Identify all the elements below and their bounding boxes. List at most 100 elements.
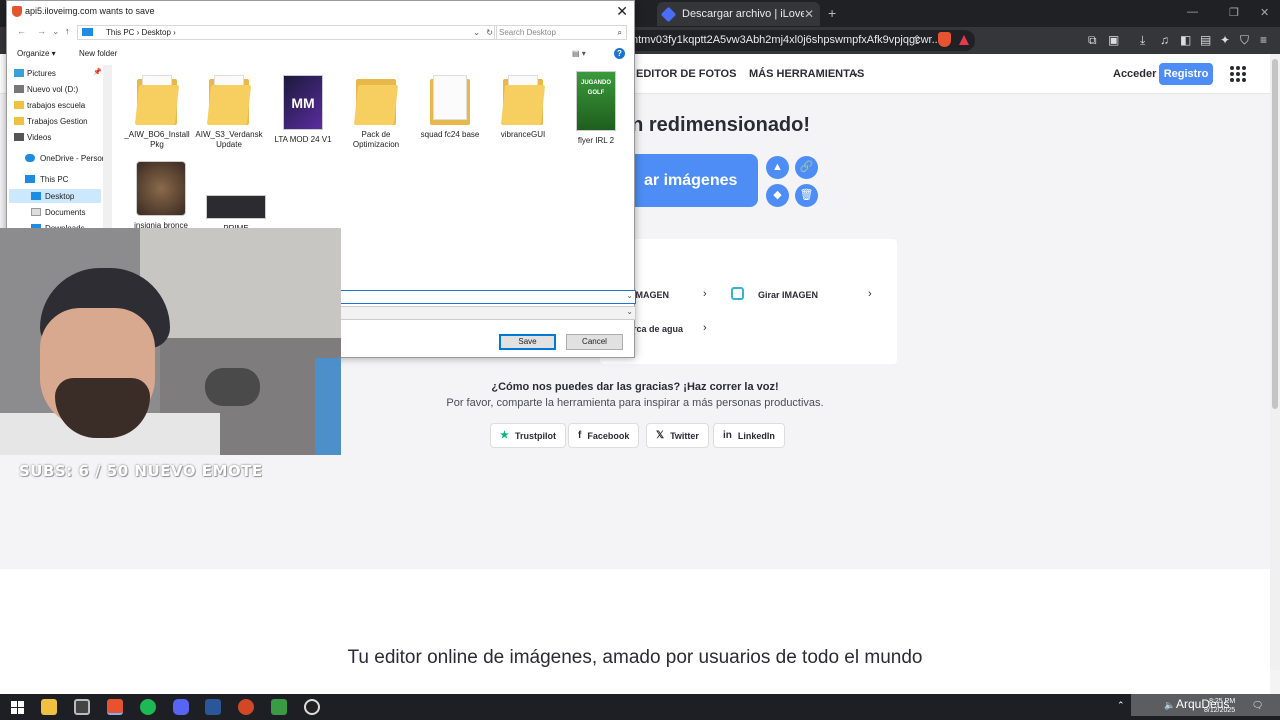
minimize-icon[interactable]: — <box>1187 6 1198 18</box>
brave-taskbar-icon[interactable] <box>107 699 123 715</box>
wallet-icon[interactable]: ▣ <box>1108 33 1119 47</box>
chevron-down-icon[interactable]: ⌄ <box>626 291 633 300</box>
share-label: Facebook <box>587 430 630 441</box>
wallet-toolbar-icon[interactable]: ▤ <box>1200 33 1211 47</box>
nav-item-pictures[interactable]: Pictures <box>27 69 56 78</box>
dialog-close-icon[interactable]: ✕ <box>616 3 628 20</box>
page-scrollbar[interactable] <box>1270 54 1280 694</box>
scrollbar-thumb[interactable] <box>1272 59 1278 409</box>
file-item[interactable]: Pack de Optimizacion <box>340 75 412 150</box>
dialog-title-text: api5.iloveimg.com wants to save <box>25 6 155 16</box>
folder-icon <box>14 101 24 109</box>
file-explorer-icon[interactable] <box>41 699 57 715</box>
apps-grid-icon[interactable] <box>1230 66 1246 82</box>
app-icon[interactable] <box>271 699 287 715</box>
powerpoint-icon[interactable] <box>238 699 254 715</box>
tool-girar-imagen[interactable]: Girar IMAGEN <box>758 290 818 300</box>
new-folder-button[interactable]: New folder <box>79 49 117 58</box>
nav-item-onedrive[interactable]: OneDrive - Person <box>40 154 106 163</box>
obs-icon[interactable] <box>304 699 320 715</box>
chevron-down-icon[interactable]: ⌄ <box>473 26 480 39</box>
file-item[interactable]: _AIW_BO6_Install Pkg <box>121 75 193 150</box>
page-headline: an redimensionado! <box>620 114 811 136</box>
nav-pane-scrollbar[interactable] <box>103 65 112 235</box>
share-facebook-button[interactable]: f Facebook <box>568 423 640 448</box>
search-desktop-input[interactable]: Search Desktop ⌕ <box>494 25 627 40</box>
nav-item-trabajos-escuela[interactable]: trabajos escuela <box>27 101 85 110</box>
nav-item-videos[interactable]: Videos <box>27 133 51 142</box>
discord-icon[interactable] <box>173 699 189 715</box>
chevron-down-icon[interactable]: ⌄ <box>626 307 633 316</box>
register-button[interactable]: Registro <box>1159 63 1213 85</box>
close-window-icon[interactable]: ✕ <box>1260 6 1269 19</box>
facebook-icon: f <box>578 430 582 441</box>
file-item[interactable]: MM LTA MOD 24 V1 <box>267 75 339 145</box>
music-icon[interactable]: ♫ <box>1160 33 1169 47</box>
new-tab-icon[interactable]: + <box>828 5 836 21</box>
rotate-icon <box>731 287 744 300</box>
linkedin-icon: in <box>723 430 732 441</box>
extensions-icon[interactable]: ⧉ <box>1088 33 1097 48</box>
word-icon[interactable] <box>205 699 221 715</box>
folder-icon <box>206 75 252 125</box>
organize-menu[interactable]: Organize ▾ <box>17 49 56 58</box>
nav-item-documents[interactable]: Documents <box>45 208 85 217</box>
sidebar-icon[interactable]: ◧ <box>1180 33 1191 47</box>
browser-tab-active[interactable]: Descargar archivo | iLoveIMG ✕ <box>657 2 820 26</box>
file-item[interactable]: squad fc24 base <box>414 75 486 140</box>
close-tab-icon[interactable]: ✕ <box>804 7 814 21</box>
nav-editor-fotos[interactable]: EDITOR DE FOTOS <box>636 68 736 80</box>
nav-item-trabajos-gestion[interactable]: Trabajos Gestion <box>27 117 88 126</box>
file-label: LTA MOD 24 V1 <box>274 135 332 144</box>
back-icon[interactable]: ← <box>17 26 26 36</box>
file-label: _AIW_BO6_Install Pkg <box>124 130 190 149</box>
share-trustpilot-button[interactable]: ★ Trustpilot <box>490 423 566 448</box>
tray-chevron-icon[interactable]: ⌃ <box>1117 700 1125 711</box>
onedrive-icon <box>25 154 35 162</box>
leo-ai-icon[interactable]: ✦ <box>1220 33 1230 47</box>
address-breadcrumb[interactable]: This PC › Desktop › ⌄ ↻ <box>77 25 497 40</box>
file-name-input[interactable]: ⌄ <box>340 290 636 304</box>
maximize-icon[interactable]: ❐ <box>1229 6 1239 19</box>
continue-tools-panel: IMAGEN › Girar IMAGEN › rca de agua › <box>600 239 897 364</box>
share-twitter-button[interactable]: 𝕏 Twitter <box>646 423 709 448</box>
file-item[interactable]: JUGANDO GOLF flyer IRL 2 <box>560 71 632 146</box>
brave-icon <box>12 6 22 17</box>
google-drive-icon[interactable]: ▲ <box>766 156 789 179</box>
login-link[interactable]: Acceder <box>1113 68 1156 80</box>
tool-marca-agua[interactable]: rca de agua <box>633 324 683 334</box>
file-item[interactable]: vibranceGUI <box>487 75 559 140</box>
search-icon: ⌕ <box>617 28 622 37</box>
link-icon[interactable]: 🔗 <box>795 156 818 179</box>
delete-icon[interactable]: 🗑 <box>795 184 818 207</box>
vpn-icon[interactable]: ⛉ <box>1240 33 1249 48</box>
windows-start-icon[interactable] <box>11 701 24 714</box>
nav-item-this-pc[interactable]: This PC <box>40 175 68 184</box>
menu-icon[interactable]: ≡ <box>1260 33 1267 47</box>
file-item[interactable]: insignia bronce <box>125 161 197 231</box>
spotify-icon[interactable] <box>140 699 156 715</box>
download-icon[interactable]: ⤓ <box>1140 33 1145 48</box>
chevron-right-icon: › <box>868 288 872 300</box>
dropbox-icon[interactable]: ◆ <box>766 184 789 207</box>
nav-item-drive-d[interactable]: Nuevo vol (D:) <box>27 85 78 94</box>
nav-mas-herramientas[interactable]: MÁS HERRAMIENTAS <box>749 68 864 80</box>
save-as-type-select[interactable]: ⌄ <box>340 306 636 320</box>
share-icon[interactable]: ⇪ <box>912 33 922 47</box>
save-button[interactable]: Save <box>499 334 556 350</box>
view-options-icon[interactable]: ▤ ▾ <box>572 49 586 58</box>
cancel-button[interactable]: Cancel <box>566 334 623 350</box>
up-folder-icon[interactable]: ↑ <box>65 26 70 36</box>
brave-rewards-icon[interactable] <box>959 35 969 45</box>
forward-icon[interactable]: → <box>37 26 46 36</box>
share-linkedin-button[interactable]: in LinkedIn <box>713 423 785 448</box>
help-icon[interactable]: ? <box>614 48 625 59</box>
nav-item-desktop[interactable]: Desktop <box>45 192 74 201</box>
brave-shield-icon[interactable] <box>938 32 951 47</box>
store-icon[interactable] <box>74 699 90 715</box>
share-label: LinkedIn <box>737 430 775 441</box>
tool-item-label[interactable]: IMAGEN <box>633 290 669 300</box>
file-item[interactable]: AIW_S3_Verdansk Update <box>193 75 265 150</box>
refresh-icon[interactable]: ↻ <box>486 26 493 39</box>
recent-chevron-icon[interactable]: ⌄ <box>52 26 60 37</box>
